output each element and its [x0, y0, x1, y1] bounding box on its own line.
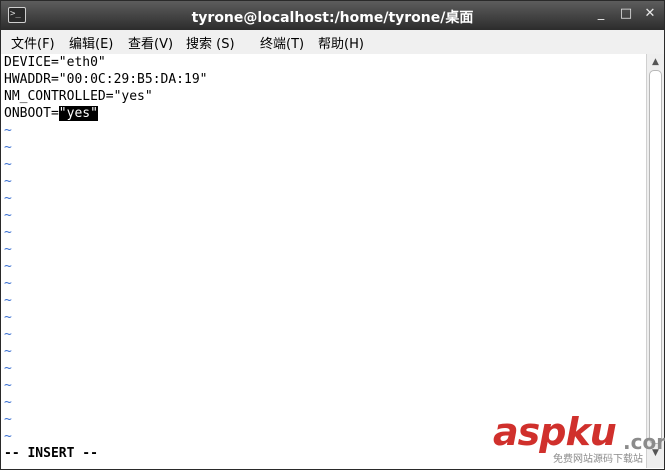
empty-line-marker: ~ — [4, 327, 12, 342]
scrollbar-thumb[interactable] — [649, 70, 662, 444]
minimize-button[interactable]: _ — [593, 6, 609, 22]
menu-terminal[interactable]: 终端(T) — [260, 33, 304, 52]
terminal-window: >_ tyrone@localhost:/home/tyrone/桌面 _ □ … — [0, 0, 665, 470]
empty-line-marker: ~ — [4, 123, 12, 138]
empty-line-marker: ~ — [4, 310, 12, 325]
onboot-key: ONBOOT= — [4, 106, 59, 121]
menu-edit[interactable]: 编辑(E) — [69, 33, 113, 52]
menu-search[interactable]: 搜索 (S) — [186, 33, 235, 52]
empty-line-marker: ~ — [4, 429, 12, 444]
empty-line-marker: ~ — [4, 225, 12, 240]
title-bar[interactable]: >_ tyrone@localhost:/home/tyrone/桌面 _ □ … — [1, 1, 664, 30]
vim-editor[interactable]: DEVICE="eth0" HWADDR="00:0C:29:B5:DA:19"… — [1, 54, 646, 468]
empty-line-marker: ~ — [4, 191, 12, 206]
vim-mode-indicator: -- INSERT -- — [4, 446, 98, 461]
config-line-nm-controlled: NM_CONTROLLED="yes" — [4, 89, 153, 104]
config-line-device: DEVICE="eth0" — [4, 55, 106, 70]
empty-line-marker: ~ — [4, 293, 12, 308]
empty-line-marker: ~ — [4, 395, 12, 410]
window-title: tyrone@localhost:/home/tyrone/桌面 — [191, 10, 474, 26]
empty-line-marker: ~ — [4, 378, 12, 393]
menu-help[interactable]: 帮助(H) — [318, 33, 364, 52]
empty-line-marker: ~ — [4, 140, 12, 155]
empty-line-marker: ~ — [4, 174, 12, 189]
menu-file[interactable]: 文件(F) — [11, 33, 55, 52]
watermark-tagline: 免费网站源码下载站 — [553, 454, 643, 465]
vertical-scrollbar[interactable]: ▲ ▼ — [646, 54, 664, 468]
aspku-watermark: aspku .com 免费网站源码下载站 — [493, 410, 665, 465]
menu-view[interactable]: 查看(V) — [128, 33, 173, 52]
empty-line-marker: ~ — [4, 259, 12, 274]
empty-line-marker: ~ — [4, 208, 12, 223]
onboot-selected-value[interactable]: "yes" — [58, 106, 98, 121]
empty-line-marker: ~ — [4, 344, 12, 359]
menu-bar: 文件(F) 编辑(E) 查看(V) 搜索 (S) 终端(T) 帮助(H) — [1, 30, 664, 55]
maximize-button[interactable]: □ — [618, 6, 634, 22]
empty-line-marker: ~ — [4, 276, 12, 291]
config-line-hwaddr: HWADDR="00:0C:29:B5:DA:19" — [4, 72, 208, 87]
config-line-onboot: ONBOOT="yes" — [4, 105, 98, 122]
empty-line-marker: ~ — [4, 361, 12, 376]
watermark-brand: aspku — [493, 410, 617, 454]
close-button[interactable]: ✕ — [642, 6, 658, 22]
empty-line-marker: ~ — [4, 412, 12, 427]
empty-line-marker: ~ — [4, 157, 12, 172]
scroll-up-arrow-icon[interactable]: ▲ — [647, 55, 664, 69]
empty-line-marker: ~ — [4, 242, 12, 257]
